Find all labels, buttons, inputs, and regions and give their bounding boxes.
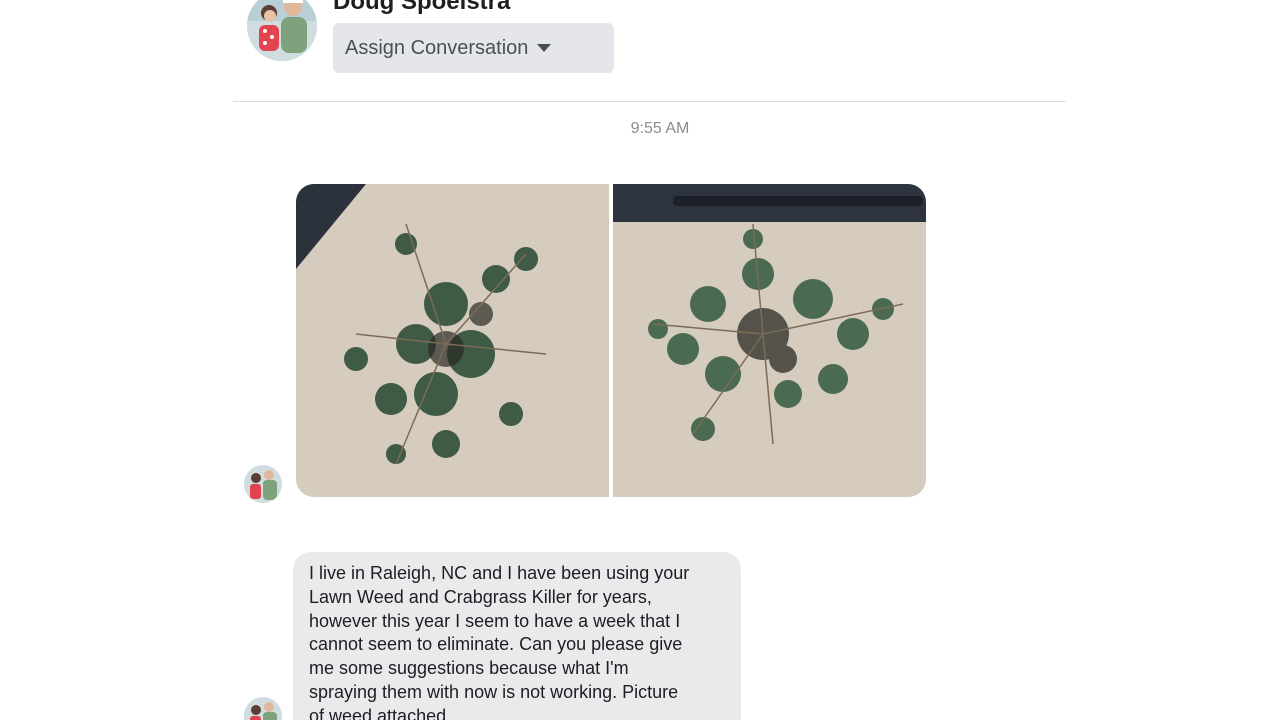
weed-photo-icon [613,184,926,497]
contact-avatar[interactable] [247,0,317,61]
header-divider [233,101,1066,102]
caret-down-icon [537,44,552,52]
photo-attachment[interactable] [296,184,609,497]
contact-name[interactable]: Doug Spoelstra [333,0,510,16]
photo-attachment[interactable] [613,184,926,497]
assign-conversation-button[interactable]: Assign Conversation [333,23,614,73]
weed-photo-icon [296,184,609,497]
message-bubble[interactable]: I live in Raleigh, NC and I have been us… [293,552,741,720]
message-timestamp: 9:55 AM [630,120,690,137]
sender-avatar[interactable] [244,697,282,720]
sender-avatar[interactable] [244,465,282,503]
conversation-view: Doug Spoelstra Assign Conversation 9:55 … [0,0,1280,720]
assign-conversation-label: Assign Conversation [345,36,529,59]
message-text: I live in Raleigh, NC and I have been us… [309,563,690,720]
